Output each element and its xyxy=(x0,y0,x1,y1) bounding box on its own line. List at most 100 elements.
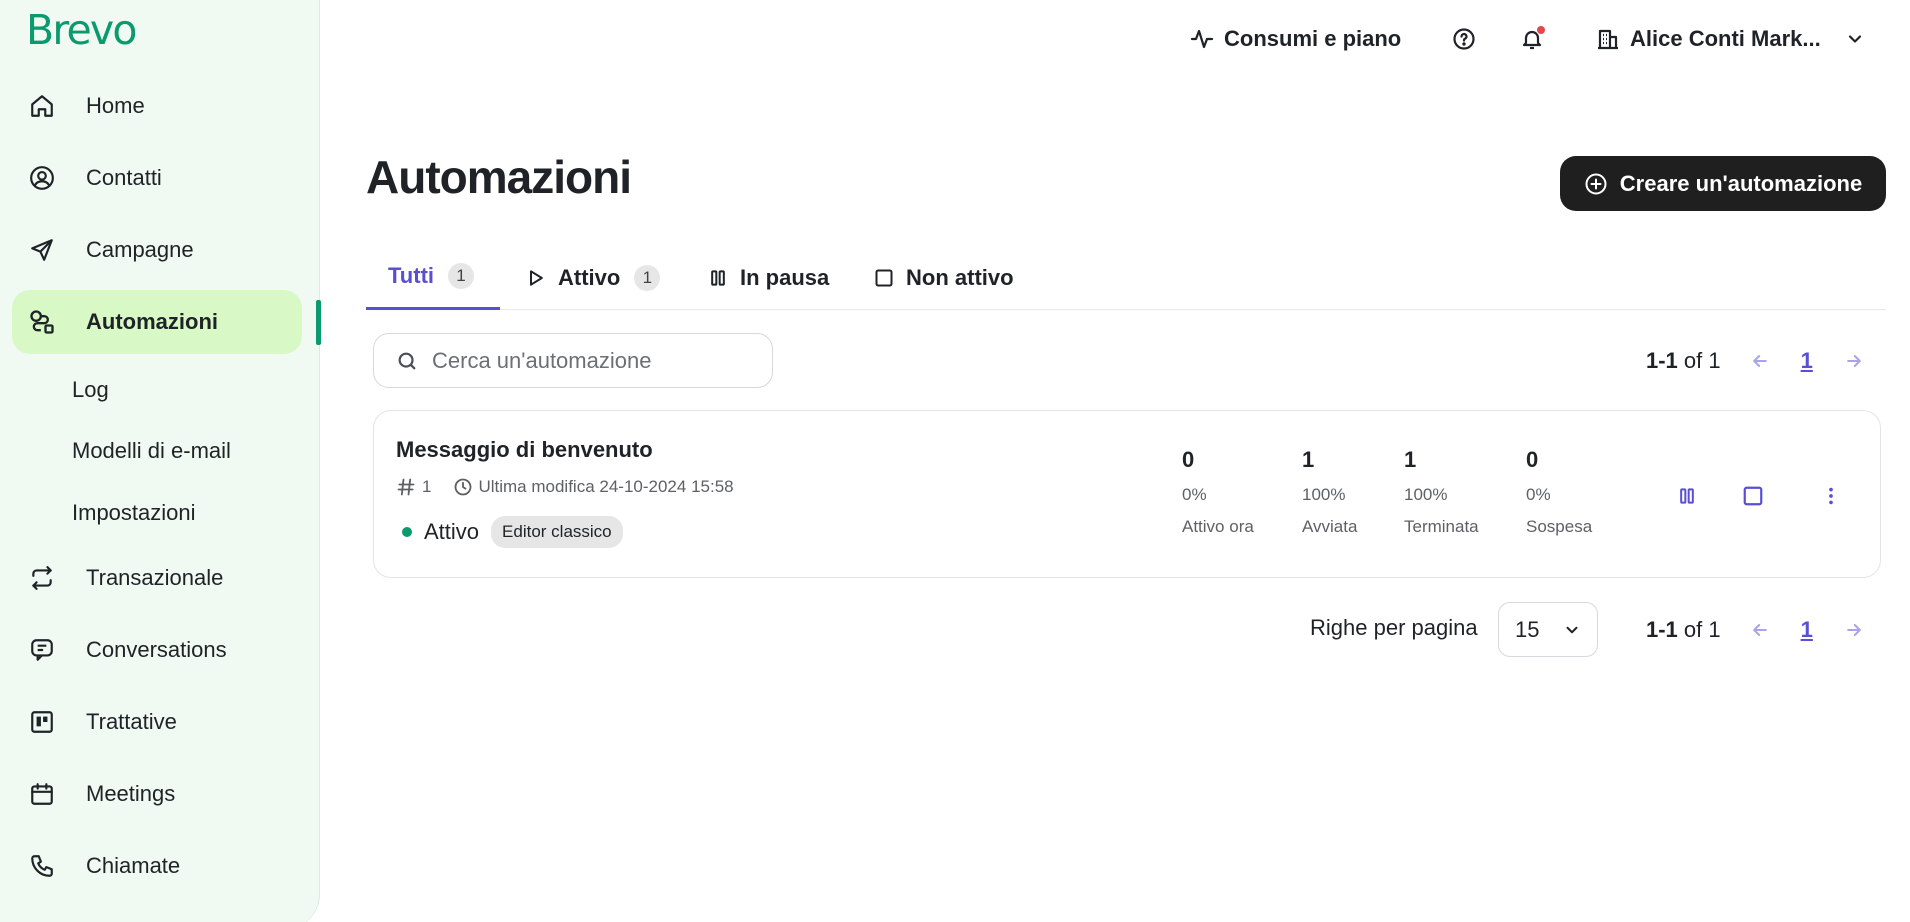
tab-label: In pausa xyxy=(740,264,830,290)
tab-label: Attivo xyxy=(558,264,621,290)
stat-label: Avviata xyxy=(1302,517,1358,536)
page-title: Automazioni xyxy=(366,151,632,203)
count-badge: 1 xyxy=(634,264,661,291)
rows-per-page-select[interactable]: 15 xyxy=(1498,602,1598,657)
chevron-down-icon xyxy=(1563,621,1581,639)
stat-value: 1 xyxy=(1302,447,1315,472)
search-box xyxy=(373,333,773,388)
more-options-button[interactable] xyxy=(1816,481,1846,511)
next-page-button[interactable] xyxy=(1839,346,1869,376)
next-page-button[interactable] xyxy=(1839,615,1869,645)
editor-badge: Editor classico xyxy=(491,516,623,548)
stat-terminata: 1 100% Terminata xyxy=(1404,447,1479,537)
sidebar-item-trattative[interactable]: Trattative xyxy=(12,690,302,754)
pause-icon xyxy=(1680,488,1694,504)
sidebar-item-home[interactable]: Home xyxy=(12,74,302,138)
stat-label: Sospesa xyxy=(1526,517,1593,536)
search-icon xyxy=(396,350,418,372)
stop-automation-button[interactable] xyxy=(1738,481,1768,511)
tab-non-attivo[interactable]: Non attivo xyxy=(874,245,1014,310)
pagination-top: 1-1 of 1 1 xyxy=(1646,341,1869,381)
sidebar-item-chiamate[interactable]: Chiamate xyxy=(12,834,302,898)
chat-icon xyxy=(28,636,56,664)
sidebar-item-label: Conversations xyxy=(86,637,227,662)
count-badge: 1 xyxy=(448,263,475,289)
tab-label: Tutti xyxy=(388,263,435,288)
search-input[interactable] xyxy=(432,347,762,374)
stat-value: 0 xyxy=(1526,447,1539,472)
play-icon xyxy=(526,268,546,288)
sidebar-item-label: Transazionale xyxy=(86,565,224,590)
sidebar-item-label: Home xyxy=(86,93,145,118)
notifications-button[interactable] xyxy=(1520,20,1545,58)
pagination-bottom: 1-1 of 1 1 xyxy=(1646,610,1869,650)
phone-icon xyxy=(28,852,56,880)
sidebar-subitem-modelli[interactable]: Modelli di e-mail xyxy=(72,438,231,464)
arrow-left-icon xyxy=(1752,624,1767,636)
status-tabs: Tutti 1 Attivo 1 In pausa Non attivo xyxy=(366,245,1886,310)
sidebar-item-campagne[interactable]: Campagne xyxy=(12,218,302,282)
sidebar-item-contatti[interactable]: Contatti xyxy=(12,146,302,210)
bell-icon xyxy=(1520,26,1545,51)
more-vertical-icon xyxy=(1829,487,1833,505)
tab-in-pausa[interactable]: In pausa xyxy=(708,245,829,310)
sidebar-item-conversations[interactable]: Conversations xyxy=(12,618,302,682)
notification-dot xyxy=(1537,26,1545,34)
sidebar-subitem-impostazioni[interactable]: Impostazioni xyxy=(72,500,196,526)
arrow-right-icon xyxy=(1847,624,1861,636)
stat-value: 1 xyxy=(1404,447,1417,472)
stat-avviata: 1 100% Avviata xyxy=(1302,447,1357,537)
stat-percent: 100% xyxy=(1404,485,1448,504)
usage-plan-label: Consumi e piano xyxy=(1224,26,1402,51)
create-automation-button[interactable]: Creare un'automazione xyxy=(1560,156,1886,211)
chevron-down-icon xyxy=(1845,29,1865,49)
arrow-left-icon xyxy=(1752,355,1767,367)
sidebar-item-meetings[interactable]: Meetings xyxy=(12,762,302,826)
building-icon xyxy=(1596,27,1620,51)
active-indicator xyxy=(316,300,321,345)
usage-plan-button[interactable]: Consumi e piano xyxy=(1190,20,1401,58)
sidebar-item-label: Trattative xyxy=(86,709,177,734)
stat-label: Attivo ora xyxy=(1182,517,1254,536)
page-number-button[interactable]: 1 xyxy=(1801,348,1813,374)
prev-page-button[interactable] xyxy=(1745,615,1775,645)
create-automation-label: Creare un'automazione xyxy=(1619,170,1863,196)
automation-status: Attivo Editor classico xyxy=(402,516,623,548)
status-dot xyxy=(402,527,412,537)
sidebar-item-label: Contatti xyxy=(86,165,162,190)
brevo-logo[interactable]: Brevo xyxy=(26,6,137,54)
stop-icon xyxy=(1743,486,1763,506)
account-menu[interactable]: Alice Conti Mark... xyxy=(1596,20,1865,58)
stat-value: 0 xyxy=(1182,447,1195,472)
stat-label: Terminata xyxy=(1404,517,1479,536)
sidebar-item-automazioni[interactable]: Automazioni xyxy=(12,290,302,354)
prev-page-button[interactable] xyxy=(1745,346,1775,376)
stop-icon xyxy=(874,268,894,288)
sidebar-subitem-log[interactable]: Log xyxy=(72,377,109,403)
account-name: Alice Conti Mark... xyxy=(1630,26,1821,51)
automation-card[interactable]: Messaggio di benvenuto 1 Ultima modifica… xyxy=(373,410,1881,578)
rows-per-page-label: Righe per pagina xyxy=(1310,615,1478,640)
status-label: Attivo xyxy=(424,519,480,544)
tab-label: Non attivo xyxy=(906,264,1014,290)
rows-per-page-value: 15 xyxy=(1515,616,1540,642)
sidebar-item-label: Meetings xyxy=(86,781,176,806)
plus-circle-icon xyxy=(1584,172,1620,196)
pause-automation-button[interactable] xyxy=(1672,481,1702,511)
sidebar-item-transazionale[interactable]: Transazionale xyxy=(12,546,302,610)
pagination-range: 1-1 of 1 xyxy=(1646,348,1721,373)
home-icon xyxy=(28,92,56,120)
page-number-button[interactable]: 1 xyxy=(1801,617,1813,643)
stat-attivo-ora: 0 0% Attivo ora xyxy=(1182,447,1254,537)
automation-name[interactable]: Messaggio di benvenuto xyxy=(396,437,653,463)
deals-icon xyxy=(28,708,56,736)
automation-id: 1 xyxy=(422,477,432,496)
last-modified: Ultima modifica 24-10-2024 15:58 xyxy=(478,477,734,496)
arrow-right-icon xyxy=(1847,355,1861,367)
sidebar-item-label: Campagne xyxy=(86,237,194,262)
help-button[interactable] xyxy=(1452,20,1476,58)
tab-attivo[interactable]: Attivo 1 xyxy=(526,245,661,310)
stat-percent: 0% xyxy=(1526,485,1551,504)
pagination-range: 1-1 of 1 xyxy=(1646,617,1721,642)
tab-tutti[interactable]: Tutti 1 xyxy=(366,245,500,310)
